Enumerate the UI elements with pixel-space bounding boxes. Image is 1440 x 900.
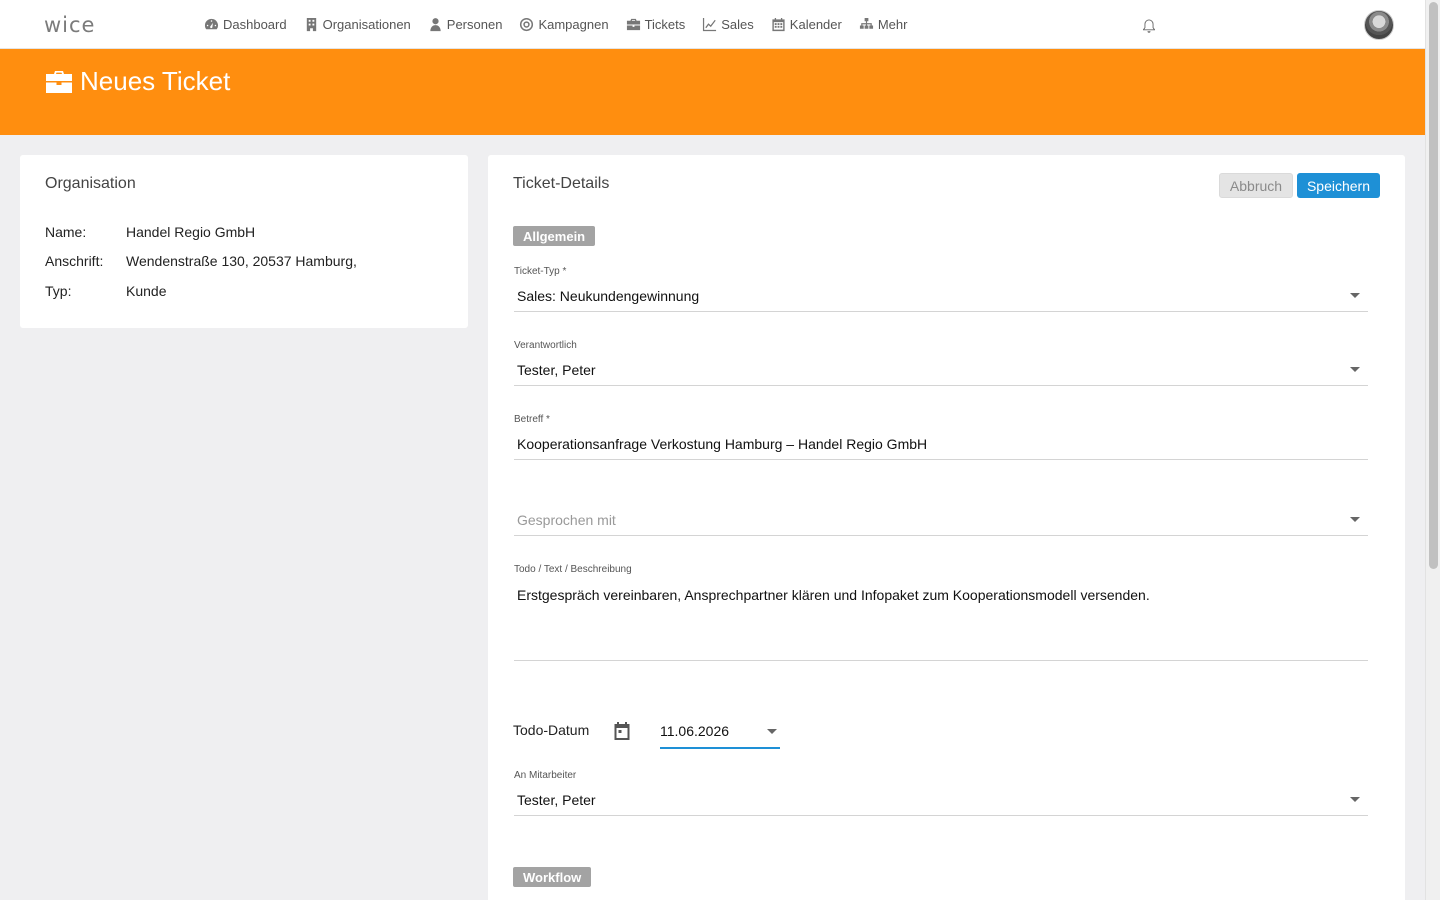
- nav-label-dashboard: Dashboard: [223, 17, 287, 32]
- chevron-down-icon: [1350, 797, 1360, 802]
- building-icon: [306, 17, 316, 32]
- ticket-details-card: Ticket-Details Abbruch Speichern Allgeme…: [488, 155, 1405, 900]
- responsible-field: Verantwortlich Tester, Peter: [514, 340, 1368, 386]
- nav-item-mehr[interactable]: Mehr: [859, 17, 908, 32]
- ticket-type-value: Sales: Neukundengewinnung: [517, 287, 700, 304]
- briefcase-icon: [626, 18, 640, 31]
- nav-item-kampagnen[interactable]: Kampagnen: [519, 17, 609, 32]
- description-label: Todo / Text / Beschreibung: [514, 564, 632, 575]
- bell-icon[interactable]: [1141, 18, 1157, 34]
- nav-item-sales[interactable]: Sales: [702, 17, 754, 32]
- cancel-button[interactable]: Abbruch: [1219, 173, 1293, 198]
- nav-label-kampagnen: Kampagnen: [538, 17, 609, 32]
- nav-label-tickets: Tickets: [644, 17, 686, 32]
- employee-label: An Mitarbeiter: [514, 770, 577, 781]
- organisation-card: Organisation Name: Handel Regio GmbH Ans…: [20, 155, 468, 328]
- responsible-select[interactable]: Tester, Peter: [514, 354, 1368, 386]
- subject-value: Kooperationsanfrage Verkostung Hamburg –…: [517, 435, 928, 452]
- subject-label: Betreff *: [514, 414, 550, 425]
- calendar-icon[interactable]: [612, 721, 632, 741]
- save-button[interactable]: Speichern: [1297, 173, 1380, 198]
- nav-item-tickets[interactable]: Tickets: [626, 17, 686, 32]
- description-value: Erstgespräch vereinbaren, Ansprechpartne…: [517, 587, 1150, 603]
- spoken-with-select[interactable]: Gesprochen mit: [514, 504, 1368, 536]
- org-row-value: Handel Regio GmbH: [126, 224, 256, 240]
- employee-field: An Mitarbeiter Tester, Peter: [514, 770, 1368, 816]
- nav-label-kalender: Kalender: [789, 17, 842, 32]
- subject-field: Betreff * Kooperationsanfrage Verkostung…: [514, 414, 1368, 460]
- wice-logo[interactable]: wice: [44, 13, 95, 37]
- section-badge-general: Allgemein: [513, 226, 596, 246]
- org-row-value: Kunde: [126, 283, 167, 299]
- person-icon: [430, 18, 441, 32]
- nav-label-mehr: Mehr: [877, 17, 908, 32]
- spoken-with-field: Gesprochen mit: [514, 504, 1368, 536]
- sitemap-icon: [859, 17, 873, 29]
- main-nav: Dashboard Organisationen Personen Kampag…: [204, 0, 924, 49]
- chevron-down-icon: [1350, 517, 1360, 522]
- org-row-value: Wendenstraße 130, 20537 Hamburg,: [126, 253, 357, 269]
- target-icon: [520, 17, 534, 32]
- nav-item-organisationen[interactable]: Organisationen: [304, 17, 411, 32]
- ticket-type-field: Ticket-Typ * Sales: Neukundengewinnung: [514, 266, 1368, 312]
- chevron-down-icon: [767, 729, 777, 734]
- org-row-key: Anschrift:: [45, 253, 104, 269]
- nav-item-dashboard[interactable]: Dashboard: [204, 17, 287, 32]
- org-row-key: Name:: [45, 224, 87, 240]
- nav-label-personen: Personen: [446, 17, 503, 32]
- todo-date-input[interactable]: 11.06.2026: [660, 714, 780, 749]
- employee-select[interactable]: Tester, Peter: [514, 784, 1368, 816]
- nav-label-sales: Sales: [721, 17, 754, 32]
- ticket-type-label: Ticket-Typ *: [514, 266, 567, 277]
- nav-item-kalender[interactable]: Kalender: [771, 17, 842, 32]
- spoken-with-placeholder: Gesprochen mit: [517, 511, 616, 528]
- responsible-value: Tester, Peter: [517, 361, 596, 378]
- dashboard-icon: [204, 18, 218, 30]
- organisation-card-title: Organisation: [45, 175, 136, 192]
- org-row-key: Typ:: [45, 283, 72, 299]
- page-title: Neues Ticket: [45, 66, 230, 97]
- responsible-label: Verantwortlich: [514, 340, 577, 351]
- ticket-type-select[interactable]: Sales: Neukundengewinnung: [514, 280, 1368, 312]
- chevron-down-icon: [1350, 293, 1360, 298]
- ticket-details-title: Ticket-Details: [513, 175, 610, 192]
- page-title-text: Neues Ticket: [80, 66, 231, 96]
- org-row-address: Anschrift: Wendenstraße 130, 20537 Hambu…: [45, 253, 357, 269]
- page-scrollbar[interactable]: [1425, 0, 1440, 900]
- calendar-icon: [772, 17, 785, 32]
- top-navigation-bar: wice Dashboard Organisationen Personen K…: [0, 0, 1425, 49]
- todo-date-value: 11.06.2026: [660, 722, 730, 739]
- description-field: Todo / Text / Beschreibung Erstgespräch …: [514, 564, 1368, 661]
- user-avatar[interactable]: [1364, 10, 1394, 40]
- line-chart-icon: [703, 17, 717, 32]
- employee-value: Tester, Peter: [517, 791, 596, 808]
- nav-item-personen[interactable]: Personen: [428, 17, 503, 32]
- page-header: Neues Ticket: [0, 49, 1425, 135]
- subject-input[interactable]: Kooperationsanfrage Verkostung Hamburg –…: [514, 428, 1368, 460]
- todo-date-label: Todo-Datum: [513, 722, 590, 738]
- chevron-down-icon: [1350, 367, 1360, 372]
- org-row-name: Name: Handel Regio GmbH: [45, 224, 255, 240]
- section-badge-workflow: Workflow: [513, 867, 592, 887]
- nav-label-organisationen: Organisationen: [322, 17, 411, 32]
- briefcase-icon: [46, 70, 72, 93]
- description-textarea[interactable]: Erstgespräch vereinbaren, Ansprechpartne…: [514, 578, 1368, 661]
- scrollbar-thumb[interactable]: [1429, 2, 1438, 569]
- org-row-type: Typ: Kunde: [45, 283, 166, 299]
